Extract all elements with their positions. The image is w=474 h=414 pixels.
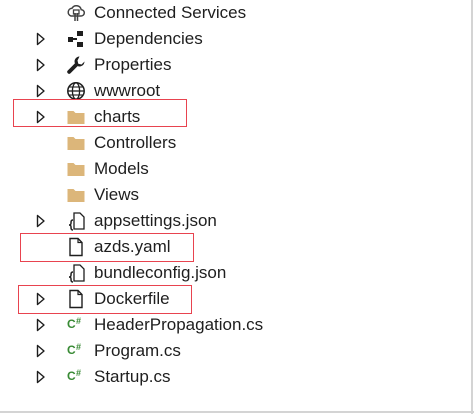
json-file-icon [66,211,86,231]
connected-services-icon [66,3,86,23]
expand-arrow-icon[interactable] [36,110,46,124]
csharp-file-icon: C # [66,367,86,387]
tree-item-label: Connected Services [94,3,247,22]
panel-bottom-border [0,411,474,413]
file-icon [66,289,86,309]
tree-item-charts[interactable]: charts [0,104,474,130]
tree-item-label: bundleconfig.json [94,263,227,282]
csharp-file-icon: C # [66,341,86,361]
tree-item-program-cs[interactable]: C # Program.cs [0,338,474,364]
svg-text:#: # [76,316,81,326]
panel-right-border [471,0,473,414]
tree-item-label: Properties [94,55,172,74]
folder-icon [66,159,86,179]
expand-arrow-icon[interactable] [36,32,46,46]
folder-icon [66,107,86,127]
expand-arrow-icon[interactable] [36,344,46,358]
tree-item-label: Startup.cs [94,367,171,386]
svg-text:C: C [67,317,76,331]
folder-icon [66,133,86,153]
expand-arrow-icon[interactable] [36,292,46,306]
svg-text:#: # [76,342,81,352]
tree-item-label: Models [94,159,149,178]
tree-item-startup-cs[interactable]: C # Startup.cs [0,364,474,390]
tree-item-label: Dependencies [94,29,203,48]
svg-text:C: C [67,343,76,357]
tree-item-label: azds.yaml [94,237,171,256]
folder-icon [66,185,86,205]
tree-item-headerpropagation-cs[interactable]: C # HeaderPropagation.cs [0,312,474,338]
tree-item-label: charts [94,107,141,126]
tree-item-label: appsettings.json [94,211,217,230]
expand-arrow-icon[interactable] [36,58,46,72]
tree-item-label: Program.cs [94,341,181,360]
tree-item-connected-services[interactable]: Connected Services [0,0,474,26]
expand-arrow-icon[interactable] [36,318,46,332]
tree-item-label: HeaderPropagation.cs [94,315,264,334]
dependencies-icon [66,29,86,49]
expand-arrow-icon[interactable] [36,370,46,384]
tree-item-controllers[interactable]: Controllers [0,130,474,156]
wrench-icon [66,55,86,75]
tree-item-label: Views [94,185,140,204]
tree-item-label: Dockerfile [94,289,170,308]
svg-text:#: # [76,368,81,378]
tree-item-models[interactable]: Models [0,156,474,182]
tree-item-appsettings-json[interactable]: appsettings.json [0,208,474,234]
expand-arrow-icon[interactable] [36,84,46,98]
tree-item-properties[interactable]: Properties [0,52,474,78]
globe-icon [66,81,86,101]
expand-arrow-icon[interactable] [36,214,46,228]
tree-item-dockerfile[interactable]: Dockerfile [0,286,474,312]
json-file-icon [66,263,86,283]
tree-item-wwwroot[interactable]: wwwroot [0,78,474,104]
tree-item-dependencies[interactable]: Dependencies [0,26,474,52]
svg-text:C: C [67,369,76,383]
csharp-file-icon: C # [66,315,86,335]
file-icon [66,237,86,257]
tree-item-views[interactable]: Views [0,182,474,208]
tree-item-azds-yaml[interactable]: azds.yaml [0,234,474,260]
tree-item-bundleconfig-json[interactable]: bundleconfig.json [0,260,474,286]
tree-item-label: Controllers [94,133,177,152]
solution-explorer-tree: Connected Services Dependencies Properti… [0,0,474,414]
tree-item-label: wwwroot [94,81,161,100]
